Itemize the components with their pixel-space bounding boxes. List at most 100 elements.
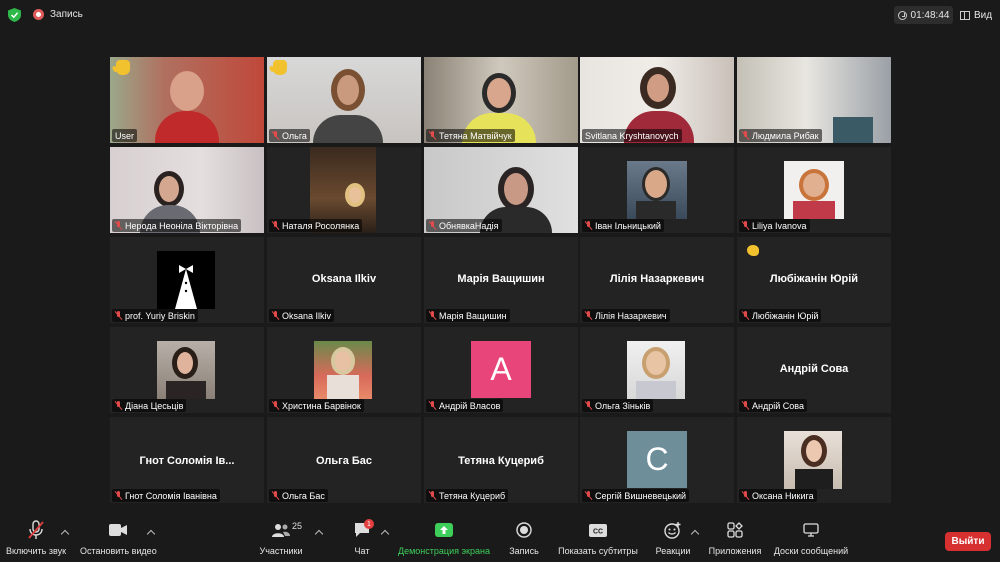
participant-name-label: Андрій Сова [739, 399, 807, 412]
record-button[interactable]: Запись [508, 518, 540, 562]
participant-name-label: Oksana Ilkiv [269, 309, 335, 322]
timer-text: 01:48:44 [910, 9, 950, 21]
participant-tile[interactable]: Тетяна Матвійчук [424, 57, 578, 143]
participant-name-label: User [112, 129, 138, 142]
participant-tile[interactable]: Ольга Зіньків [580, 327, 734, 413]
mic-muted-icon [429, 491, 436, 500]
mic-muted-icon [115, 491, 122, 500]
mic-muted-icon [742, 491, 749, 500]
participant-tile[interactable]: Марія Ващишин Марія Ващишин [424, 237, 578, 323]
participant-name-label: Оксана Никига [739, 489, 817, 502]
mic-muted-icon [272, 131, 279, 140]
mic-muted-icon [115, 221, 122, 230]
share-screen-button[interactable]: Демонстрация экрана [398, 518, 490, 562]
shield-icon[interactable] [8, 8, 21, 22]
stop-video-button[interactable]: Остановить видео [80, 518, 157, 562]
record-label: Запись [509, 546, 539, 556]
participant-tile[interactable]: Svitlana Kryshtanovych [580, 57, 734, 143]
participants-label: Участники [259, 546, 303, 556]
meeting-toolbar: Включить звук Остановить видео 25 Участн… [0, 518, 1000, 562]
stop-video-label: Остановить видео [80, 546, 157, 556]
participant-tile[interactable]: Оксана Никига [737, 417, 891, 503]
mic-muted-icon [585, 221, 592, 230]
participant-display-name: Любіжанін Юрій [769, 273, 859, 285]
chevron-up-icon[interactable] [380, 529, 390, 539]
mic-muted-icon [742, 221, 749, 230]
participant-display-name: Гнот Соломія Ів... [139, 455, 235, 467]
top-bar: Запись 01:48:44 Вид [0, 0, 1000, 30]
participant-name-label: Марія Ващишин [426, 309, 510, 322]
participants-button[interactable]: 25 Участники [258, 518, 304, 562]
participant-tile[interactable]: Діана Цесьців [110, 327, 264, 413]
participant-tile[interactable]: C Сергій Вишневецький [580, 417, 734, 503]
mic-muted-icon [742, 131, 749, 140]
participant-tile[interactable]: Ольга [267, 57, 421, 143]
smiley-icon [664, 522, 681, 539]
leave-meeting-button[interactable]: Выйти [945, 532, 991, 551]
mic-muted-icon [272, 311, 279, 320]
participant-name-label: Svitlana Kryshtanovych [582, 129, 682, 142]
clap-reaction-icon [747, 245, 759, 256]
participant-name-label: Людмила Рибак [739, 129, 822, 142]
participant-tile-user[interactable]: User [110, 57, 264, 143]
participant-tile[interactable]: Любіжанін Юрій Любіжанін Юрій [737, 237, 891, 323]
mic-muted-icon [585, 401, 592, 410]
mic-muted-icon [429, 311, 436, 320]
participant-tile[interactable]: A Андрій Власов [424, 327, 578, 413]
participant-display-name: Ольга Бас [315, 455, 373, 467]
participant-tile[interactable]: prof. Yuriy Briskin [110, 237, 264, 323]
mic-muted-icon [742, 311, 749, 320]
participant-tile[interactable]: ОбнявкаНадія [424, 147, 578, 233]
reactions-button[interactable]: Реакции [654, 518, 692, 562]
participant-tile[interactable]: Людмила Рибак [737, 57, 891, 143]
participant-name-label: Liliya Ivanova [739, 219, 810, 232]
chevron-up-icon[interactable] [690, 529, 700, 539]
participant-tile[interactable]: Liliya Ivanova [737, 147, 891, 233]
show-subtitles-button[interactable]: CC Показать субтитры [558, 518, 638, 562]
mic-muted-icon [585, 311, 592, 320]
participant-display-name: Oksana Ilkiv [311, 273, 377, 285]
whiteboards-button[interactable]: Доски сообщений [772, 518, 850, 562]
participant-name-label: Нерода Неоніла Вікторівна [112, 219, 242, 232]
participant-tile[interactable]: Тетяна Куцериб Тетяна Куцериб [424, 417, 578, 503]
mic-muted-icon [115, 311, 122, 320]
recording-label: Запись [50, 9, 83, 20]
participant-name-label: Ольга [269, 129, 310, 142]
video-camera-icon [109, 524, 128, 536]
participant-display-name: Марія Ващишин [457, 273, 545, 285]
tuxedo-avatar-icon [175, 265, 197, 309]
recording-indicator[interactable]: Запись [33, 9, 83, 20]
participant-tile[interactable]: Ольга Бас Ольга Бас [267, 417, 421, 503]
reactions-label: Реакции [655, 546, 691, 556]
participant-name-label: prof. Yuriy Briskin [112, 309, 198, 322]
participant-tile[interactable]: Гнот Соломія Ів... Гнот Соломія Іванівна [110, 417, 264, 503]
raised-hand-icon [116, 60, 130, 75]
participant-tile[interactable]: Андрій Сова Андрій Сова [737, 327, 891, 413]
mic-muted-icon [28, 520, 44, 539]
chat-button[interactable]: 1 Чат [350, 518, 374, 562]
participant-name-label: Діана Цесьців [112, 399, 187, 412]
meeting-timer: 01:48:44 [894, 6, 953, 24]
raised-hand-icon [273, 60, 287, 75]
participant-tile[interactable]: Oksana Ilkiv Oksana Ilkiv [267, 237, 421, 323]
participant-tile[interactable]: Іван Ільницький [580, 147, 734, 233]
unmute-label: Включить звук [6, 546, 67, 556]
participant-tile[interactable]: Наталя Росолянка [267, 147, 421, 233]
apps-button[interactable]: Приложения [706, 518, 764, 562]
participant-name-label: Андрій Власов [426, 399, 504, 412]
participant-tile[interactable]: Лілія Назаркевич Лілія Назаркевич [580, 237, 734, 323]
participant-name-label: Гнот Соломія Іванівна [112, 489, 220, 502]
apps-label: Приложения [708, 546, 762, 556]
participant-tile[interactable]: Нерода Неоніла Вікторівна [110, 147, 264, 233]
view-button[interactable]: Вид [960, 6, 992, 24]
mic-muted-icon [429, 131, 436, 140]
apps-icon [727, 522, 743, 538]
record-icon [516, 522, 532, 538]
unmute-button[interactable]: Включить звук [6, 518, 66, 562]
share-screen-icon [435, 523, 453, 537]
participant-name-label: Іван Ільницький [582, 219, 664, 232]
participant-letter-avatar: C [627, 431, 687, 488]
participant-tile[interactable]: Христина Барвінок [267, 327, 421, 413]
chevron-up-icon[interactable] [314, 529, 324, 539]
mic-muted-icon [272, 221, 279, 230]
